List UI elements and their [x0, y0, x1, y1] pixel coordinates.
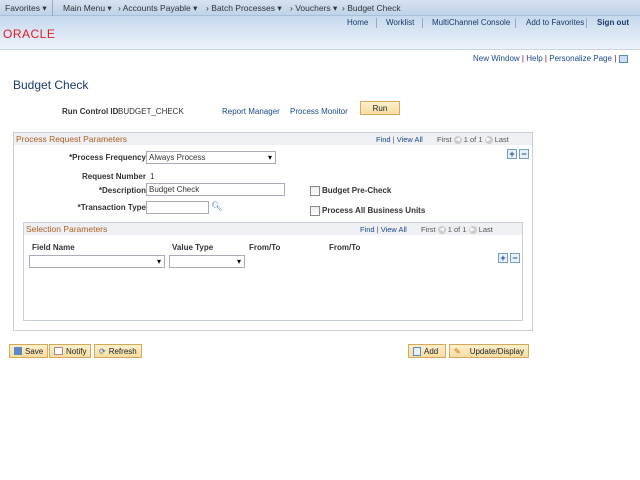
selection-parameters: Selection Parameters Find | View All Fir… — [23, 222, 523, 321]
request-number-label: Request Number — [81, 172, 146, 181]
personalize-page-link[interactable]: Personalize Page — [549, 54, 612, 63]
oracle-logo: ORACLE — [3, 27, 56, 41]
budget-precheck-label: Budget Pre-Check — [322, 186, 392, 195]
run-control-label: Run Control ID — [62, 107, 119, 116]
transaction-type-input[interactable] — [146, 201, 209, 214]
breadcrumb-current: › Budget Check — [342, 3, 401, 13]
notify-icon — [54, 347, 63, 355]
help-link[interactable]: Help — [526, 54, 542, 63]
add-icon — [413, 346, 421, 356]
sign-out-link[interactable]: Sign out — [597, 18, 629, 27]
update-icon: ✎ — [454, 346, 461, 356]
breadcrumb-vouchers[interactable]: › Vouchers ▾ — [290, 3, 337, 14]
from-to-header: From/To — [249, 243, 281, 252]
add-button[interactable]: Add — [408, 344, 446, 358]
utility-links: New Window | Help | Personalize Page | — [473, 54, 628, 63]
add-row-icon[interactable]: + — [498, 253, 508, 263]
refresh-button[interactable]: ⟳ Refresh — [94, 344, 142, 358]
process-request-parameters: Process Request Parameters Find | View A… — [13, 132, 533, 331]
process-all-bu-checkbox[interactable] — [310, 206, 320, 216]
request-number-value: 1 — [150, 172, 155, 181]
description-label: *Description — [98, 186, 146, 195]
refresh-icon: ⟳ — [99, 346, 106, 356]
favorites-menu[interactable]: Favorites ▾ — [5, 3, 47, 14]
next-icon[interactable]: ▶ — [484, 136, 493, 145]
selection-grid-nav: Find | View All First ◀ 1 of 1 ▶ Last — [360, 225, 493, 235]
save-button[interactable]: Save — [9, 344, 49, 358]
process-monitor-link[interactable]: Process Monitor — [290, 107, 348, 116]
description-input[interactable]: Budget Check — [146, 183, 285, 196]
next-icon[interactable]: ▶ — [468, 226, 477, 235]
find-link[interactable]: Find — [376, 135, 391, 144]
first-label: First — [436, 135, 452, 144]
process-all-bu-label: Process All Business Units — [322, 206, 426, 215]
breadcrumb-batch-processes[interactable]: › Batch Processes ▾ — [206, 3, 282, 14]
breadcrumb-accounts-payable[interactable]: › Accounts Payable ▾ — [118, 3, 197, 14]
row-count: 1 of 1 — [463, 135, 483, 144]
add-to-favorites-link[interactable]: Add to Favorites — [526, 18, 584, 27]
home-link[interactable]: Home — [347, 18, 368, 27]
first-label: First — [420, 225, 436, 234]
last-label: Last — [494, 135, 509, 144]
budget-precheck-checkbox[interactable] — [310, 186, 320, 196]
save-icon — [14, 347, 22, 355]
view-all-link[interactable]: View All — [381, 225, 407, 234]
worklist-link[interactable]: Worklist — [386, 18, 414, 27]
add-row-icon[interactable]: + — [507, 149, 517, 159]
run-control-value: BUDGET_CHECK — [118, 107, 184, 116]
multichannel-console-link[interactable]: MultiChannel Console — [432, 18, 510, 27]
header: Home Worklist MultiChannel Console Add t… — [0, 16, 640, 50]
value-type-header: Value Type — [172, 243, 214, 252]
prev-icon[interactable]: ◀ — [437, 226, 446, 235]
delete-row-icon[interactable]: − — [519, 149, 529, 159]
notify-button[interactable]: Notify — [49, 344, 92, 358]
field-name-header: Field Name — [32, 243, 75, 252]
new-window-link[interactable]: New Window — [473, 54, 520, 63]
row-count: 1 of 1 — [447, 225, 467, 234]
delete-row-icon[interactable]: − — [510, 253, 520, 263]
top-nav-bar: Favorites ▾ Main Menu ▾ › Accounts Payab… — [0, 0, 640, 16]
grid-icon[interactable] — [618, 54, 628, 63]
run-button[interactable]: Run — [360, 101, 400, 115]
last-label: Last — [478, 225, 493, 234]
value-type-select[interactable] — [169, 255, 245, 268]
report-manager-link[interactable]: Report Manager — [222, 107, 280, 116]
grid-nav: Find | View All First ◀ 1 of 1 ▶ Last — [376, 135, 509, 145]
update-display-button[interactable]: ✎ Update/Display — [449, 344, 529, 358]
field-name-select[interactable] — [29, 255, 165, 268]
view-all-link[interactable]: View All — [397, 135, 423, 144]
page-title: Budget Check — [13, 78, 89, 92]
prev-icon[interactable]: ◀ — [453, 136, 462, 145]
main-menu[interactable]: Main Menu ▾ — [63, 3, 112, 14]
find-link[interactable]: Find — [360, 225, 375, 234]
transaction-type-label: *Transaction Type — [77, 203, 146, 212]
process-frequency-select[interactable]: Always Process — [146, 151, 276, 164]
from-to-header-2: From/To — [329, 243, 361, 252]
process-frequency-label: *Process Frequency — [69, 153, 146, 162]
lookup-icon[interactable]: 🔍︎ — [211, 201, 222, 212]
